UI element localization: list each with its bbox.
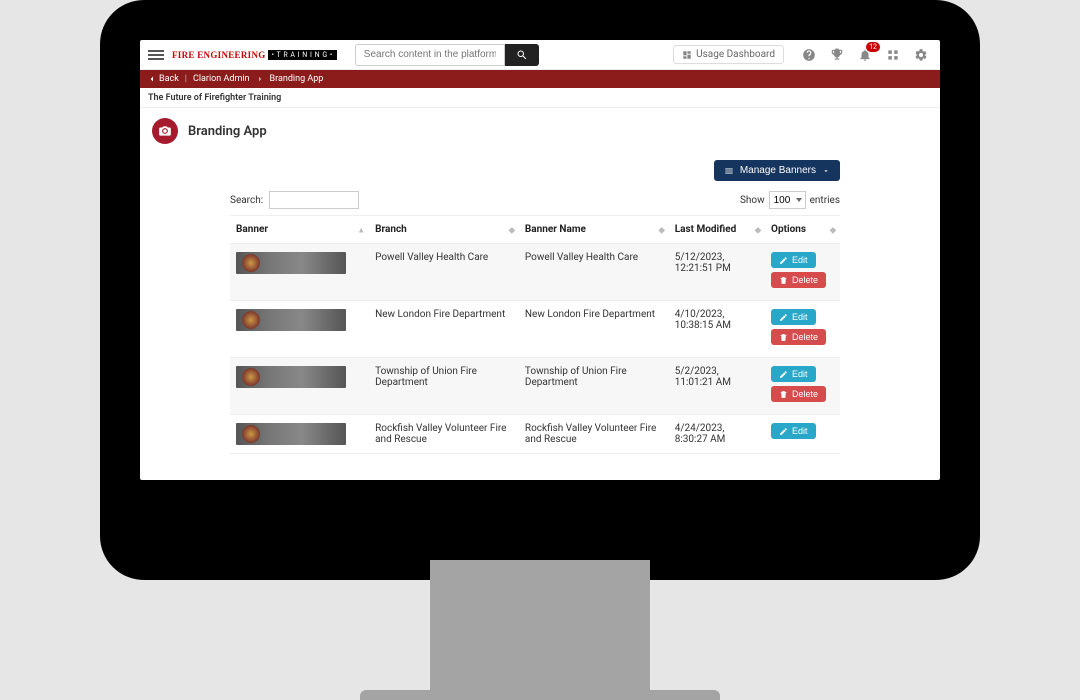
- col-header-last-modified[interactable]: Last Modified◆: [669, 216, 765, 244]
- banner-thumbnail[interactable]: [236, 366, 346, 388]
- edit-button[interactable]: Edit: [771, 309, 816, 325]
- cell-last-modified: 5/12/2023, 12:21:51 PM: [669, 244, 765, 301]
- cell-last-modified: 5/2/2023, 11:01:21 AM: [669, 358, 765, 415]
- app-screen: FIRE ENGINEERING • T R A I N I N G • Usa…: [140, 40, 940, 480]
- trash-icon: [779, 390, 788, 399]
- delete-button[interactable]: Delete: [771, 386, 826, 402]
- global-search: [355, 44, 539, 66]
- trash-icon: [779, 276, 788, 285]
- banner-thumbnail[interactable]: [236, 252, 346, 274]
- topbar-icons: 12: [802, 48, 928, 62]
- banners-table: Banner▲ Branch◆ Banner Name◆ Last Modifi…: [230, 215, 840, 454]
- breadcrumb-item[interactable]: Clarion Admin: [193, 74, 250, 84]
- cell-options: Edit: [765, 415, 840, 454]
- table-row: Township of Union Fire DepartmentTownshi…: [230, 358, 840, 415]
- content-area: Manage Banners Search: Show 100 ent: [140, 154, 940, 454]
- chevron-right-icon: [256, 75, 264, 83]
- dashboard-icon: [682, 50, 692, 60]
- banner-thumbnail[interactable]: [236, 309, 346, 331]
- breadcrumb-back[interactable]: Back: [148, 74, 179, 84]
- usage-dashboard-button[interactable]: Usage Dashboard: [673, 45, 784, 64]
- topbar: FIRE ENGINEERING • T R A I N I N G • Usa…: [140, 40, 940, 70]
- table-row: Rockfish Valley Volunteer Fire and Rescu…: [230, 415, 840, 454]
- chevron-down-icon: [822, 167, 830, 175]
- monitor-stand-neck: [430, 560, 650, 700]
- cell-branch: Township of Union Fire Department: [369, 358, 519, 415]
- col-header-banner[interactable]: Banner▲: [230, 216, 369, 244]
- monitor-frame: FIRE ENGINEERING • T R A I N I N G • Usa…: [100, 0, 980, 580]
- edit-icon: [779, 313, 788, 322]
- table-search-label: Search:: [230, 195, 263, 206]
- breadcrumb-bar: Back | Clarion Admin Branding App: [140, 70, 940, 88]
- cell-options: Edit Delete: [765, 358, 840, 415]
- cell-last-modified: 4/24/2023, 8:30:27 AM: [669, 415, 765, 454]
- col-header-banner-name[interactable]: Banner Name◆: [519, 216, 669, 244]
- list-icon: [724, 166, 734, 176]
- edit-button[interactable]: Edit: [771, 423, 816, 439]
- help-icon[interactable]: [802, 48, 816, 62]
- edit-button[interactable]: Edit: [771, 252, 816, 268]
- cell-banner-name: Powell Valley Health Care: [519, 244, 669, 301]
- table-row: New London Fire DepartmentNew London Fir…: [230, 301, 840, 358]
- monitor-stand-base: [360, 690, 720, 700]
- edit-icon: [779, 427, 788, 436]
- edit-icon: [779, 256, 788, 265]
- hamburger-menu-icon[interactable]: [148, 47, 164, 63]
- brand-logo[interactable]: FIRE ENGINEERING • T R A I N I N G •: [172, 50, 337, 60]
- entries-select[interactable]: 100: [769, 191, 806, 209]
- cell-options: Edit Delete: [765, 301, 840, 358]
- cell-options: Edit Delete: [765, 244, 840, 301]
- manage-banners-label: Manage Banners: [740, 165, 816, 176]
- delete-button[interactable]: Delete: [771, 272, 826, 288]
- table-search-input[interactable]: [269, 191, 359, 209]
- cell-banner-name: Township of Union Fire Department: [519, 358, 669, 415]
- bell-icon[interactable]: 12: [858, 48, 872, 62]
- toolbar-row: Manage Banners: [230, 160, 840, 181]
- cell-banner-name: Rockfish Valley Volunteer Fire and Rescu…: [519, 415, 669, 454]
- cell-banner-name: New London Fire Department: [519, 301, 669, 358]
- edit-icon: [779, 370, 788, 379]
- brand-logo-main: FIRE ENGINEERING: [172, 50, 266, 60]
- breadcrumb-back-label: Back: [159, 74, 179, 84]
- page-title: Branding App: [188, 124, 267, 139]
- notification-badge: 12: [866, 42, 880, 52]
- cell-last-modified: 4/10/2023, 10:38:15 AM: [669, 301, 765, 358]
- chevron-left-icon: [148, 75, 156, 83]
- col-header-branch[interactable]: Branch◆: [369, 216, 519, 244]
- cell-branch: New London Fire Department: [369, 301, 519, 358]
- trash-icon: [779, 333, 788, 342]
- filters-row: Search: Show 100 entries: [230, 191, 840, 209]
- entries-label: entries: [810, 195, 840, 206]
- manage-banners-button[interactable]: Manage Banners: [714, 160, 840, 181]
- usage-dashboard-label: Usage Dashboard: [696, 49, 775, 60]
- camera-icon: [152, 118, 178, 144]
- cell-branch: Powell Valley Health Care: [369, 244, 519, 301]
- subheader-text: The Future of Firefighter Training: [148, 93, 281, 103]
- edit-button[interactable]: Edit: [771, 366, 816, 382]
- brand-logo-tag: • T R A I N I N G •: [268, 50, 337, 60]
- gear-icon[interactable]: [914, 48, 928, 62]
- banner-thumbnail[interactable]: [236, 423, 346, 445]
- trophy-icon[interactable]: [830, 48, 844, 62]
- col-header-options: Options◆: [765, 216, 840, 244]
- delete-button[interactable]: Delete: [771, 329, 826, 345]
- cell-branch: Rockfish Valley Volunteer Fire and Rescu…: [369, 415, 519, 454]
- table-row: Powell Valley Health CarePowell Valley H…: [230, 244, 840, 301]
- breadcrumb-item[interactable]: Branding App: [270, 74, 324, 84]
- page-title-row: Branding App: [140, 108, 940, 154]
- apps-icon[interactable]: [886, 48, 900, 62]
- search-button[interactable]: [505, 44, 539, 66]
- search-icon: [516, 49, 528, 61]
- subheader: The Future of Firefighter Training: [140, 88, 940, 108]
- search-input[interactable]: [355, 44, 505, 66]
- show-label: Show: [740, 195, 765, 206]
